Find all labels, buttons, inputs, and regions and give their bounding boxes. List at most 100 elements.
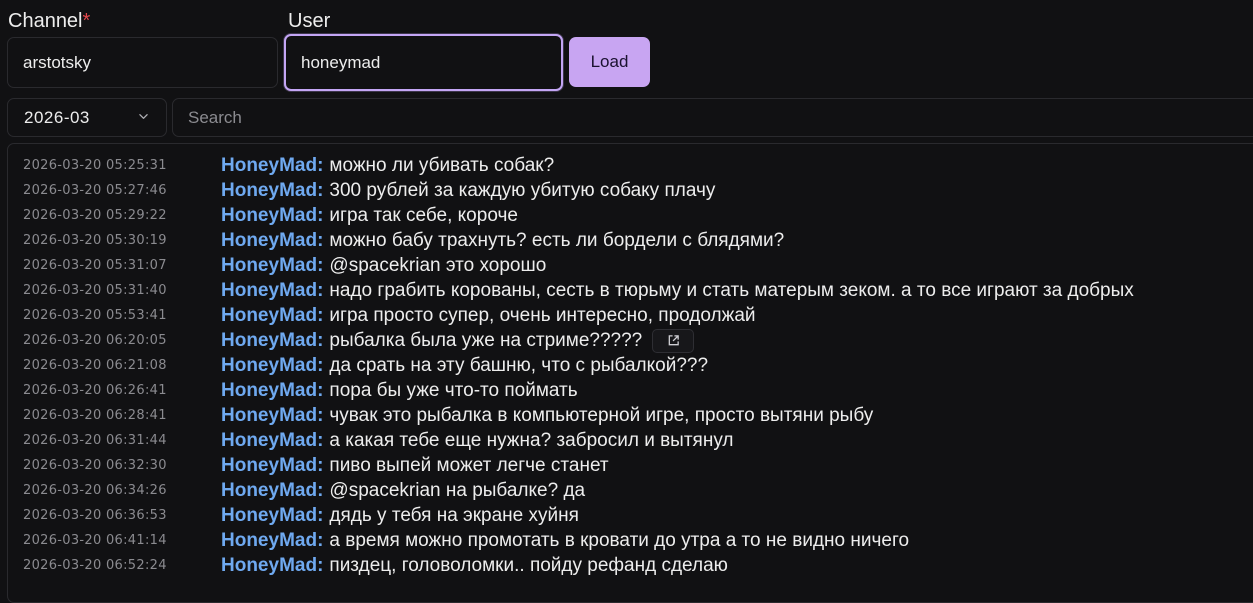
log-row: 2026-03-20 05:31:40 HoneyMad: надо грабить…	[8, 278, 1253, 303]
search-placeholder: Search	[188, 107, 242, 127]
message-text: @spacekrian это хорошо	[329, 254, 547, 276]
username[interactable]: HoneyMad	[221, 530, 317, 552]
message-text: а какая тебе еще нужна? забросил и вытян…	[329, 429, 734, 451]
message-text: игра просто супер, очень интересно, прод…	[329, 304, 756, 326]
load-button[interactable]: Load	[569, 37, 650, 87]
channel-label: Channel*	[8, 10, 90, 33]
username[interactable]: HoneyMad	[221, 505, 317, 527]
username-colon: :	[317, 554, 324, 576]
timestamp: 2026-03-20 05:31:07	[23, 258, 167, 273]
username[interactable]: HoneyMad	[221, 405, 317, 427]
log-row: 2026-03-20 05:29:22 HoneyMad: игра так себ…	[8, 203, 1253, 228]
username[interactable]: HoneyMad	[221, 205, 317, 227]
message-text: надо грабить корованы, сесть в тюрьму и …	[329, 279, 1134, 301]
message-text: игра так себе, короче	[329, 204, 518, 226]
timestamp: 2026-03-20 06:41:14	[23, 533, 167, 548]
timestamp: 2026-03-20 05:27:46	[23, 183, 167, 198]
message-text: рыбалка была уже на стриме?????	[329, 329, 643, 351]
username-colon: :	[317, 279, 324, 301]
username-colon: :	[317, 254, 324, 276]
message-text: дядь у тебя на экране хуйня	[329, 504, 579, 526]
timestamp: 2026-03-20 06:28:41	[23, 408, 167, 423]
username-colon: :	[317, 479, 324, 501]
timestamp: 2026-03-20 05:25:31	[23, 158, 167, 173]
timestamp: 2026-03-20 06:21:08	[23, 358, 167, 373]
username-colon: :	[317, 529, 324, 551]
message-text: да срать на эту башню, что с рыбалкой???	[329, 354, 709, 376]
username-colon: :	[317, 304, 324, 326]
log-row: 2026-03-20 06:36:53 HoneyMad: дядь у тебя …	[8, 503, 1253, 528]
username-colon: :	[317, 154, 324, 176]
month-select[interactable]: 2026-03	[7, 98, 167, 137]
username[interactable]: HoneyMad	[221, 280, 317, 302]
username[interactable]: HoneyMad	[221, 255, 317, 277]
username[interactable]: HoneyMad	[221, 355, 317, 377]
user-label: User	[288, 10, 331, 32]
log-row: 2026-03-20 05:30:19 HoneyMad: можно бабу т…	[8, 228, 1253, 253]
log-row: 2026-03-20 06:20:05 HoneyMad: рыбалка была…	[8, 328, 1253, 353]
username[interactable]: HoneyMad	[221, 305, 317, 327]
message-text: @spacekrian на рыбалке? да	[329, 479, 586, 501]
timestamp: 2026-03-20 06:31:44	[23, 433, 167, 448]
user-input[interactable]: honeymad	[284, 34, 563, 91]
username-colon: :	[317, 204, 324, 226]
log-row: 2026-03-20 05:25:31 HoneyMad: можно ли уби…	[8, 153, 1253, 178]
log-row: 2026-03-20 06:32:30 HoneyMad: пиво выпей м…	[8, 453, 1253, 478]
timestamp: 2026-03-20 06:32:30	[23, 458, 167, 473]
message-text: пиво выпей может легче станет	[329, 454, 609, 476]
username-colon: :	[317, 329, 324, 351]
log-row: 2026-03-20 06:31:44 HoneyMad: а какая тебе…	[8, 428, 1253, 453]
user-input-value: honeymad	[301, 52, 381, 72]
message-text: пора бы уже что-то поймать	[329, 379, 578, 401]
message-text: можно бабу трахнуть? есть ли бордели с б…	[329, 229, 785, 251]
message-text: чувак это рыбалка в компьютерной игре, п…	[329, 404, 874, 426]
username[interactable]: HoneyMad	[221, 330, 317, 352]
log-row: 2026-03-20 05:53:41 HoneyMad: игра просто …	[8, 303, 1253, 328]
log-row: 2026-03-20 06:28:41 HoneyMad: чувак это ры…	[8, 403, 1253, 428]
log-row: 2026-03-20 06:26:41 HoneyMad: пора бы уже …	[8, 378, 1253, 403]
message-text: можно ли убивать собак?	[329, 154, 555, 176]
timestamp: 2026-03-20 05:29:22	[23, 208, 167, 223]
username-colon: :	[317, 379, 324, 401]
timestamp: 2026-03-20 06:34:26	[23, 483, 167, 498]
channel-label-text: Channel	[8, 10, 83, 32]
username[interactable]: HoneyMad	[221, 180, 317, 202]
message-text: 300 рублей за каждую убитую собаку плачу	[329, 179, 716, 201]
timestamp: 2026-03-20 06:52:24	[23, 558, 167, 573]
username-colon: :	[317, 229, 324, 251]
username[interactable]: HoneyMad	[221, 555, 317, 577]
log-row: 2026-03-20 05:27:46 HoneyMad:300 рублей з…	[8, 178, 1253, 203]
timestamp: 2026-03-20 05:31:40	[23, 283, 167, 298]
message-text: а время можно промотать в кровати до утр…	[329, 529, 910, 551]
username-colon: :	[317, 504, 324, 526]
username[interactable]: HoneyMad	[221, 480, 317, 502]
username[interactable]: HoneyMad	[221, 155, 317, 177]
chevron-down-icon	[139, 114, 148, 119]
search-input[interactable]: Search	[172, 98, 1253, 137]
username-colon: :	[317, 354, 324, 376]
username[interactable]: HoneyMad	[221, 455, 317, 477]
username-colon: :	[317, 429, 324, 451]
log-row: 2026-03-20 06:52:24 HoneyMad: пиздец, голо…	[8, 553, 1253, 578]
log-row: 2026-03-20 06:21:08 HoneyMad: да срать на …	[8, 353, 1253, 378]
log-row: 2026-03-20 06:34:26 HoneyMad: @spacekrian …	[8, 478, 1253, 503]
timestamp: 2026-03-20 06:26:41	[23, 383, 167, 398]
username-colon: :	[317, 179, 324, 201]
log-row: 2026-03-20 06:41:14 HoneyMad: а время можн…	[8, 528, 1253, 553]
channel-input[interactable]: arstotsky	[7, 37, 278, 88]
timestamp: 2026-03-20 05:30:19	[23, 233, 167, 248]
username[interactable]: HoneyMad	[221, 380, 317, 402]
month-select-value: 2026-03	[24, 107, 90, 127]
username-colon: :	[317, 454, 324, 476]
username[interactable]: HoneyMad	[221, 430, 317, 452]
channel-input-value: arstotsky	[23, 52, 92, 72]
required-mark: *	[82, 10, 91, 32]
log-row: 2026-03-20 05:31:07 HoneyMad: @spacekrian …	[8, 253, 1253, 278]
message-text: пиздец, головоломки.. пойду рефанд сдела…	[329, 554, 728, 576]
timestamp: 2026-03-20 05:53:41	[23, 308, 167, 323]
chat-log[interactable]: 2026-03-20 05:25:31 HoneyMad: можно ли уби…	[7, 143, 1253, 603]
open-link-button[interactable]	[652, 328, 695, 353]
timestamp: 2026-03-20 06:20:05	[23, 333, 167, 348]
username[interactable]: HoneyMad	[221, 230, 317, 252]
external-link-icon	[668, 335, 679, 346]
